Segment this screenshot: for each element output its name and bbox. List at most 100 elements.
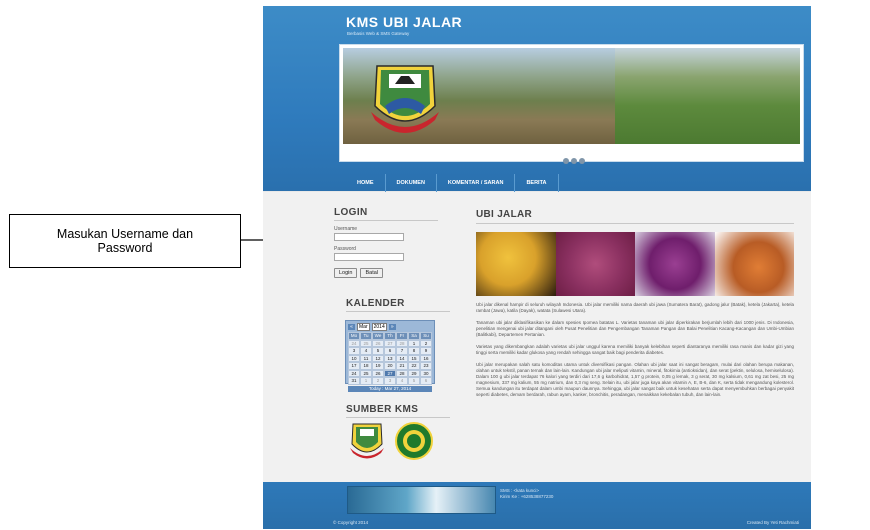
password-label: Password bbox=[334, 246, 356, 252]
weekday-header: Th bbox=[384, 332, 396, 340]
calendar-day[interactable]: 8 bbox=[408, 347, 420, 355]
photo-purple-sweet-potato bbox=[635, 232, 715, 296]
slide-dot[interactable] bbox=[571, 158, 577, 164]
calendar-day[interactable]: 28 bbox=[396, 339, 408, 347]
footer-contact: SMS : <kata kunci> Kirim Ke : +628538877… bbox=[500, 488, 553, 500]
calendar-day[interactable]: 15 bbox=[408, 354, 420, 362]
slide-dot[interactable] bbox=[563, 158, 569, 164]
nav-home[interactable]: HOME bbox=[346, 174, 386, 192]
calendar-day[interactable]: 16 bbox=[420, 354, 432, 362]
month-select[interactable]: Mar bbox=[357, 323, 370, 331]
calendar-day[interactable]: 23 bbox=[420, 362, 432, 370]
article-paragraph: Ubi jalar merupakan salah satu komoditas… bbox=[476, 362, 794, 397]
article-paragraph: Tanaman ubi jalar diklasifikasikan ke da… bbox=[476, 320, 794, 337]
banner-slideshow bbox=[339, 44, 804, 164]
calendar-day[interactable]: 1 bbox=[408, 339, 420, 347]
calendar-day[interactable]: 24 bbox=[348, 339, 360, 347]
calendar-day[interactable]: 25 bbox=[360, 369, 372, 377]
site-footer: SMS : <kata kunci> Kirim Ke : +628538877… bbox=[263, 482, 811, 529]
article-title: UBI JALAR bbox=[476, 209, 794, 224]
username-input[interactable] bbox=[334, 233, 404, 241]
calendar-day[interactable]: 13 bbox=[384, 354, 396, 362]
calendar-day[interactable]: 30 bbox=[420, 369, 432, 377]
credit-text[interactable]: Created By Yeti Rachmiati bbox=[747, 520, 799, 525]
calendar-day[interactable]: 20 bbox=[384, 362, 396, 370]
calendar-day[interactable]: 17 bbox=[348, 362, 360, 370]
calendar-day[interactable]: 28 bbox=[396, 369, 408, 377]
calendar-day[interactable]: 14 bbox=[396, 354, 408, 362]
contact-line-2: Kirim Ke : +628538877230 bbox=[500, 494, 554, 499]
next-month-button[interactable]: » bbox=[388, 324, 396, 330]
password-input[interactable] bbox=[334, 253, 404, 261]
calendar-day[interactable]: 2 bbox=[420, 339, 432, 347]
calendar-day[interactable]: 24 bbox=[348, 369, 360, 377]
slide-dot[interactable] bbox=[579, 158, 585, 164]
calendar-day[interactable]: 21 bbox=[396, 362, 408, 370]
photo-orange-sweet-potato bbox=[714, 232, 794, 296]
sweet-potato-photos bbox=[476, 232, 794, 296]
calendar-day[interactable]: 6 bbox=[384, 347, 396, 355]
calendar-day[interactable]: 12 bbox=[372, 354, 384, 362]
calendar-day[interactable]: 19 bbox=[372, 362, 384, 370]
weekday-header: Fr bbox=[396, 332, 408, 340]
regency-emblem-icon bbox=[371, 65, 439, 133]
weekday-header: Mo bbox=[348, 332, 360, 340]
calendar-day[interactable]: 2 bbox=[372, 377, 384, 385]
site-title[interactable]: KMS UBI JALAR bbox=[346, 14, 462, 30]
article-paragraph: Varietas yang dikembangkan adalah variet… bbox=[476, 344, 794, 355]
article-section: UBI JALAR Ubi jalar dikenal hampir di se… bbox=[476, 209, 794, 398]
calendar-day[interactable]: 6 bbox=[420, 377, 432, 385]
calendar-day[interactable]: 26 bbox=[372, 369, 384, 377]
calendar-day[interactable]: 31 bbox=[348, 377, 360, 385]
calendar-today[interactable]: Today : Mar 27, 2014 bbox=[348, 385, 432, 392]
calendar-day[interactable]: 25 bbox=[360, 339, 372, 347]
sumber-logos bbox=[349, 422, 433, 460]
calendar-day[interactable]: 9 bbox=[420, 347, 432, 355]
site-subtitle: Berbasis Web & SMS Gateway bbox=[347, 31, 410, 36]
prev-month-button[interactable]: « bbox=[348, 324, 355, 330]
article-paragraph: Ubi jalar dikenal hampir di seluruh wila… bbox=[476, 302, 794, 313]
calendar-day[interactable]: 26 bbox=[372, 339, 384, 347]
weekday-header: Tu bbox=[360, 332, 372, 340]
nav-komentar-saran[interactable]: KOMENTAR / SARAN bbox=[437, 174, 516, 192]
regency-emblem-icon[interactable] bbox=[349, 422, 385, 460]
calendar-day[interactable]: 18 bbox=[360, 362, 372, 370]
calendar-day[interactable]: 3 bbox=[348, 347, 360, 355]
photo-purple-skin-sweet-potato bbox=[555, 232, 635, 296]
calendar-day[interactable]: 5 bbox=[408, 377, 420, 385]
website-page: KMS UBI JALAR Berbasis Web & SMS Gateway… bbox=[263, 6, 811, 529]
banner-image bbox=[343, 48, 800, 144]
calendar-day[interactable]: 27 bbox=[384, 339, 396, 347]
annotation-callout: Masukan Username dan Password bbox=[9, 214, 241, 268]
year-select[interactable]: 2014 bbox=[371, 323, 387, 331]
login-title: LOGIN bbox=[334, 207, 438, 221]
weekday-header: Su bbox=[420, 332, 432, 340]
login-button[interactable]: Login bbox=[334, 268, 358, 278]
green-seal-icon[interactable] bbox=[395, 422, 433, 460]
nav-berita[interactable]: BERITA bbox=[515, 174, 559, 192]
calendar-day[interactable]: 3 bbox=[384, 377, 396, 385]
calendar-day[interactable]: 5 bbox=[372, 347, 384, 355]
calendar-day[interactable]: 29 bbox=[408, 369, 420, 377]
login-box: LOGIN Username Password Login Batal bbox=[334, 207, 450, 284]
footer-banner-image bbox=[347, 486, 496, 514]
main-content: LOGIN Username Password Login Batal KALE… bbox=[263, 192, 811, 482]
weekday-header: Sa bbox=[408, 332, 420, 340]
copyright-text: © Copyright 2014 bbox=[333, 520, 369, 525]
calendar-day[interactable]: 22 bbox=[408, 362, 420, 370]
calendar-day[interactable]: 1 bbox=[360, 377, 372, 385]
weekday-header: We bbox=[372, 332, 384, 340]
cancel-button[interactable]: Batal bbox=[360, 268, 384, 278]
calendar-day[interactable]: 7 bbox=[396, 347, 408, 355]
calendar-day[interactable]: 10 bbox=[348, 354, 360, 362]
calendar-day[interactable]: 11 bbox=[360, 354, 372, 362]
nav-dokumen[interactable]: DOKUMEN bbox=[386, 174, 437, 192]
username-label: Username bbox=[334, 226, 358, 232]
callout-line-2: Password bbox=[97, 241, 153, 255]
calendar-day[interactable]: 4 bbox=[360, 347, 372, 355]
calendar-widget: « Mar 2014 » Mo Tu We Th Fr Sa Su 24 25 26 27 28 1 2 3… bbox=[345, 320, 435, 392]
calendar-day[interactable]: 4 bbox=[396, 377, 408, 385]
calendar-grid: Mo Tu We Th Fr Sa Su 24 25 26 27 28 1 2 3 4 5 6 7 8 9 10 11 12 1… bbox=[348, 332, 434, 385]
main-navigation: HOME DOKUMEN KOMENTAR / SARAN BERITA bbox=[346, 174, 601, 192]
calendar-day[interactable]: 27 bbox=[384, 369, 396, 377]
